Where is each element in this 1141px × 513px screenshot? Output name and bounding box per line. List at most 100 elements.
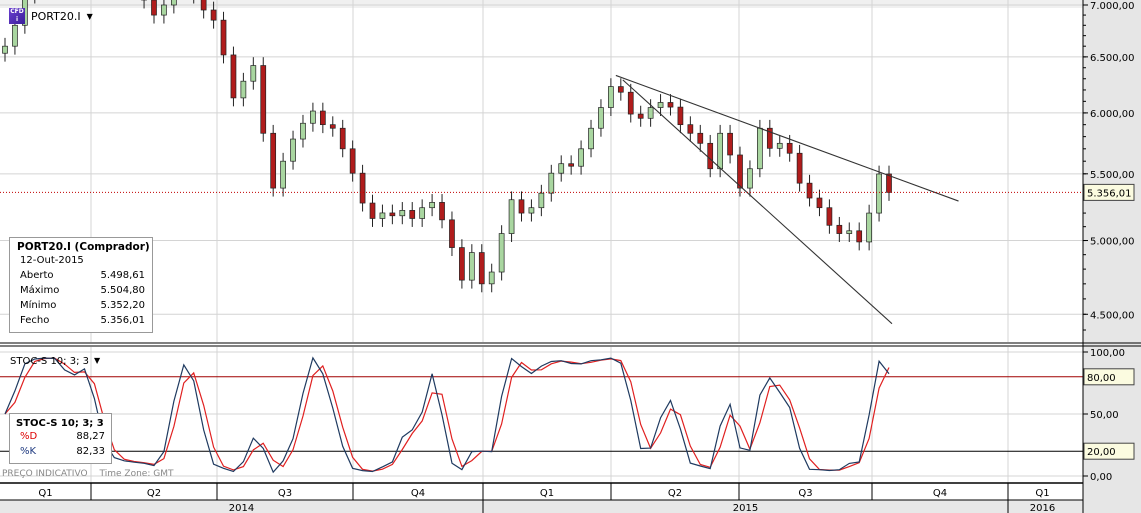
- candle-down: [319, 110, 326, 126]
- candle-up: [528, 207, 535, 214]
- candle-up: [280, 160, 286, 189]
- candle-down: [449, 219, 455, 248]
- quarter-label: Q4: [411, 488, 425, 499]
- cfd-index-icon: CFD i: [9, 8, 25, 24]
- candle-up: [846, 230, 853, 234]
- candle-down: [687, 124, 694, 134]
- candle-down: [727, 132, 733, 156]
- k-value: 82,33: [76, 446, 105, 457]
- price-tick-label: 5.500,00: [1090, 170, 1135, 181]
- candle-down: [270, 132, 277, 189]
- dropdown-caret-icon[interactable]: ▼: [87, 12, 93, 21]
- candle-up: [866, 212, 872, 243]
- candle-up: [588, 127, 594, 150]
- candle-up: [508, 199, 515, 234]
- candle-down: [359, 172, 366, 204]
- ohlc-info-box: PORT20.I (Comprador) 12-Out-2015 Aberto 5…: [9, 237, 153, 333]
- candle-up: [538, 192, 545, 209]
- indicator-info-box: STOC-S 10; 3; 3 %D 88,27 %K 82,33: [9, 413, 112, 464]
- candle-down: [409, 210, 416, 219]
- k-label: %K: [20, 446, 37, 457]
- candle-down: [568, 163, 575, 167]
- info-label: Mínimo: [20, 300, 57, 311]
- candle-down: [439, 202, 445, 221]
- dropdown-caret-icon[interactable]: ▼: [94, 356, 100, 367]
- info-value: 5.498,61: [100, 270, 145, 281]
- info-value: 5.504,80: [100, 285, 145, 296]
- price-tick-label: 6.500,00: [1090, 53, 1135, 64]
- candle-up: [548, 172, 555, 194]
- candle-up: [419, 207, 426, 219]
- candle-down: [151, 0, 157, 16]
- candle-up: [161, 4, 167, 16]
- candle-down: [856, 230, 863, 243]
- info-title: PORT20.I (Comprador): [17, 241, 150, 253]
- year-axis-background: [0, 500, 1083, 513]
- candle-down: [478, 252, 485, 285]
- candle-down: [210, 9, 217, 21]
- price-tick-label: 6.000,00: [1090, 109, 1135, 120]
- candle-up: [578, 148, 584, 167]
- candle-down: [826, 207, 833, 226]
- quarter-label: Q3: [278, 488, 292, 499]
- trendline-upper: [615, 74, 959, 202]
- candle-down: [617, 86, 624, 93]
- candle-up: [2, 45, 8, 54]
- candle-down: [230, 54, 237, 99]
- symbol-selector[interactable]: CFD i PORT20.I ▼: [9, 8, 93, 24]
- candle-up: [12, 24, 18, 47]
- candle-up: [757, 127, 763, 170]
- info-label: Máximo: [20, 285, 60, 296]
- candle-up: [468, 252, 475, 281]
- candle-up: [657, 102, 664, 108]
- candle-up: [747, 168, 753, 189]
- candle-up: [647, 107, 654, 119]
- candle-up: [250, 65, 257, 82]
- price-tick-label: 5.000,00: [1090, 237, 1135, 248]
- stoch-tick-label: 100,00: [1090, 348, 1125, 359]
- candle-down: [369, 202, 376, 219]
- candle-down: [339, 127, 346, 150]
- quarter-label: Q2: [668, 488, 682, 499]
- chart-canvas[interactable]: 7.000,00 6.500,00 6.000,00 5.500,00 5.000,00…: [0, 0, 1141, 513]
- candle-down: [677, 106, 684, 126]
- candle-down: [707, 142, 714, 170]
- candle-down: [796, 152, 803, 184]
- indicator-title: STOC-S 10; 3; 3: [16, 418, 104, 429]
- stoch-tick-label: 0,00: [1090, 472, 1112, 483]
- year-label: 2016: [1030, 503, 1055, 513]
- d-value: 88,27: [76, 431, 105, 442]
- price-tick-label: 7.000,00: [1090, 1, 1135, 12]
- info-value: 5.352,20: [100, 300, 145, 311]
- timezone-label: Time Zone: GMT: [99, 469, 174, 479]
- candle-down: [786, 142, 793, 154]
- candle-up: [608, 86, 614, 108]
- indicator-selector[interactable]: STOC-S 10; 3; 3 ▼: [10, 356, 100, 367]
- candle-down: [459, 247, 465, 281]
- candle-down: [816, 197, 823, 209]
- candle-down: [806, 182, 813, 199]
- candle-up: [240, 80, 247, 99]
- info-row-open: Aberto 5.498,61: [10, 268, 152, 283]
- year-label: 2014: [229, 503, 254, 513]
- info-label: Fecho: [20, 315, 50, 326]
- symbol-label: PORT20.I: [31, 9, 81, 23]
- candle-down: [200, 0, 207, 11]
- candle-up: [290, 138, 296, 162]
- candle-up: [558, 163, 565, 174]
- candle-down: [737, 154, 743, 189]
- candle-up: [776, 142, 783, 149]
- quarter-label: Q2: [147, 488, 161, 499]
- candle-down: [667, 102, 674, 108]
- info-row-close: Fecho 5.356,01: [10, 313, 152, 328]
- last-price-label: 5.356,01: [1087, 188, 1132, 199]
- candle-down: [329, 124, 336, 129]
- quarter-label: Q3: [798, 488, 812, 499]
- candle-up: [300, 122, 306, 140]
- chart-footer: PREÇO INDICATIVO Time Zone: GMT: [2, 469, 173, 479]
- info-date: 12-Out-2015: [20, 255, 84, 266]
- d-label: %D: [20, 431, 38, 442]
- price-axis-background: [1083, 0, 1141, 513]
- candle-down: [836, 224, 843, 234]
- stoch-group: [4, 356, 890, 474]
